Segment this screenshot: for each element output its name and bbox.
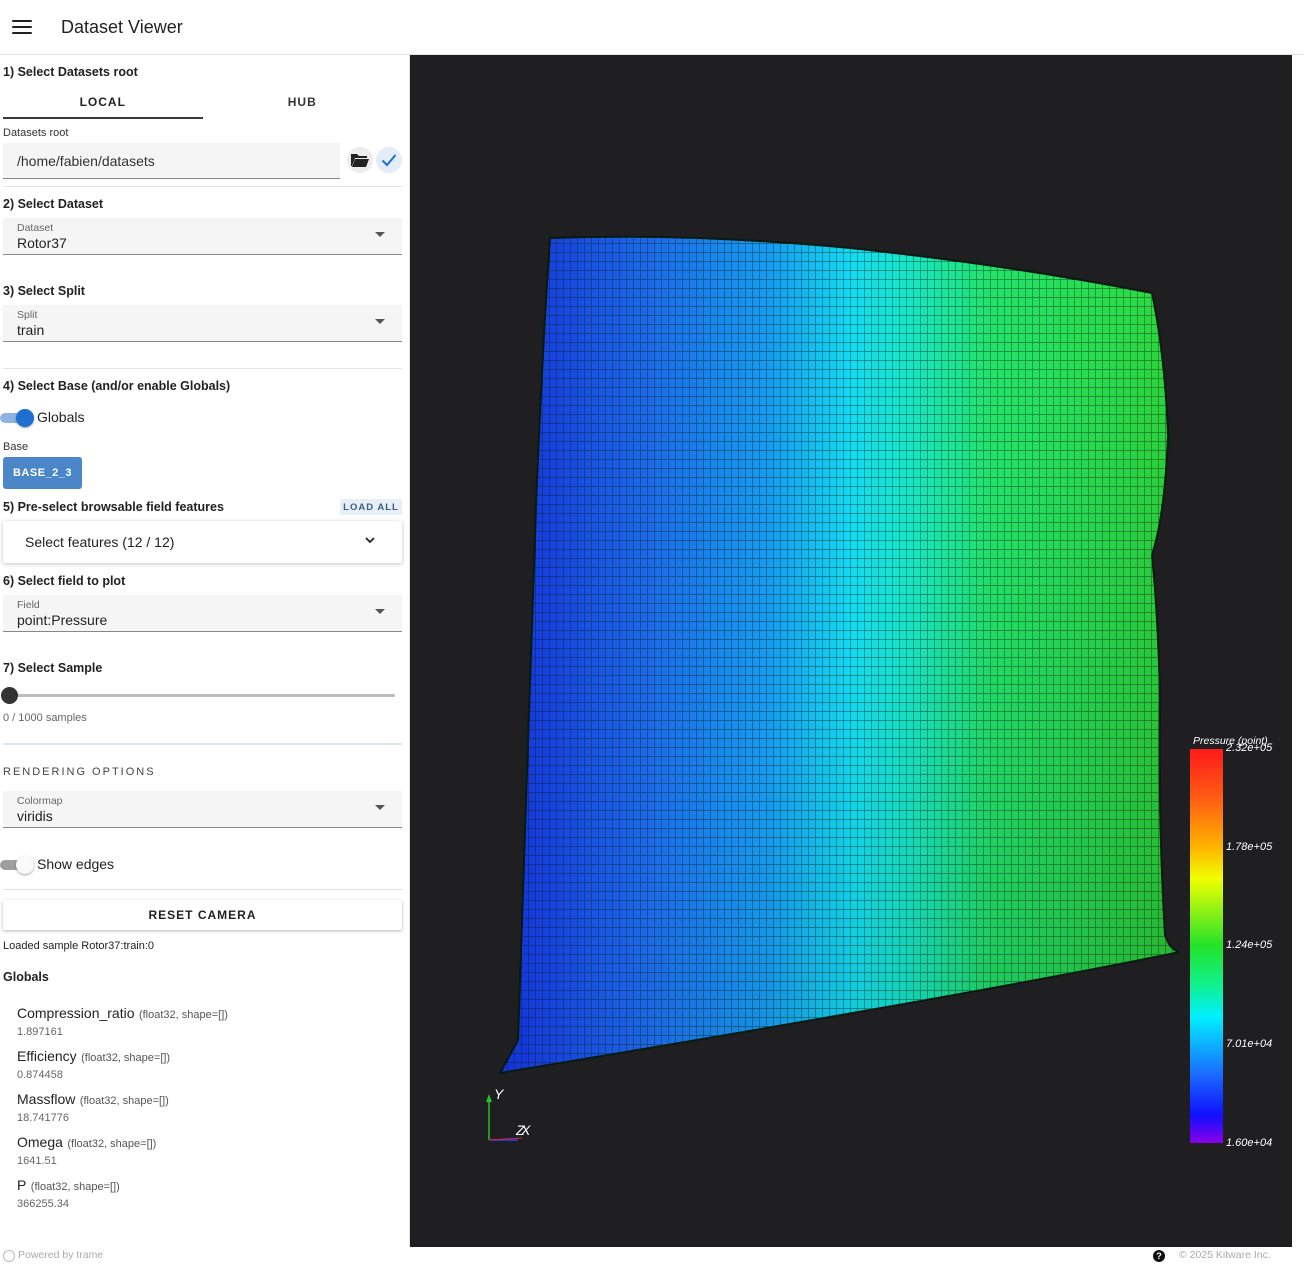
global-value: 0.874458 [17,1069,63,1081]
datasets-root-input[interactable] [3,143,340,179]
caret-down-icon [375,232,385,237]
divider [3,186,402,187]
mesh-render[interactable]: Pressure (point) 2.32e+05 1.78e+05 1.24e… [410,55,1292,1247]
axis-label-y: Y [494,1086,505,1102]
sample-count: 0 / 1000 samples [3,712,87,724]
global-item: Omega (float32, shape=[]) 1641.51 [17,1134,156,1167]
sample-slider-track[interactable] [10,694,395,697]
global-value: 18.741776 [17,1112,69,1124]
status-text: Loaded sample Rotor37:train:0 [3,940,155,952]
scalar-bar-label: 7.01e+04 [1226,1038,1272,1050]
divider [3,368,402,369]
copyright-text: © 2025 Kitware Inc. [1179,1249,1271,1261]
app-bar: Dataset Viewer [0,0,1304,55]
global-meta: (float32, shape=[]) [138,1009,228,1021]
global-value: 1641.51 [17,1155,57,1167]
split-select-value: train [17,322,45,338]
side-drawer: 1) Select Datasets root LOCAL HUB Datase… [0,55,410,1247]
sample-slider-thumb[interactable] [1,687,18,704]
global-name: P [17,1177,27,1193]
render-viewport[interactable]: Pressure (point) 2.32e+05 1.78e+05 1.24e… [410,55,1292,1247]
divider [3,743,402,745]
blade-mesh[interactable] [498,235,1181,1075]
split-select-label: Split [17,309,38,321]
caret-down-icon [375,805,385,810]
global-item: Massflow (float32, shape=[]) 18.741776 [17,1091,169,1124]
load-all-button[interactable]: LOAD ALL [340,499,402,515]
colormap-select-value: viridis [17,808,53,824]
step6-title: 6) Select field to plot [3,574,126,588]
confirm-root-button[interactable] [376,147,402,173]
colormap-select[interactable]: Colormap viridis [3,791,402,828]
root-tabs: LOCAL HUB [3,87,402,119]
global-value: 1.897161 [17,1026,63,1038]
step4-title: 4) Select Base (and/or enable Globals) [3,379,231,393]
footer: Powered by trame ? © 2025 Kitware Inc. [0,1247,1304,1265]
scalar-bar-label: 1.78e+05 [1226,841,1273,853]
global-name: Compression_ratio [17,1005,135,1021]
global-meta: (float32, shape=[]) [67,1138,157,1150]
global-meta: (float32, shape=[]) [30,1181,120,1193]
powered-by-text: Powered by trame [18,1249,104,1261]
global-name: Efficiency [17,1048,77,1064]
global-name: Omega [17,1134,63,1150]
scalar-bar-label: 1.60e+04 [1226,1137,1272,1149]
trame-logo-icon [3,1250,15,1262]
step5-title: 5) Pre-select browsable field features [3,500,224,514]
step1-title: 1) Select Datasets root [3,65,138,79]
reset-camera-button[interactable]: RESET CAMERA [3,900,402,930]
base-chip[interactable]: BASE_2_3 [3,457,82,489]
dataset-select-value: Rotor37 [17,235,67,251]
caret-down-icon [375,609,385,614]
globals-toggle[interactable] [0,408,34,428]
global-item: Compression_ratio (float32, shape=[]) 1.… [17,1005,228,1038]
features-select-text: Select features (12 / 12) [25,534,175,550]
dataset-select[interactable]: Dataset Rotor37 [3,218,402,255]
rendering-options-title: RENDERING OPTIONS [3,766,156,778]
app-title: Dataset Viewer [61,16,183,37]
chevron-down-icon [365,537,375,544]
features-select[interactable]: Select features (12 / 12) [3,521,402,563]
global-name: Massflow [17,1091,76,1107]
global-item: P (float32, shape=[]) 366255.34 [17,1177,120,1210]
field-select[interactable]: Field point:Pressure [3,595,402,632]
dataset-select-label: Dataset [17,222,54,234]
split-select[interactable]: Split train [3,305,402,342]
base-label: Base [3,441,29,453]
step3-title: 3) Select Split [3,284,85,298]
step2-title: 2) Select Dataset [3,197,104,211]
field-select-value: point:Pressure [17,612,108,628]
divider [3,889,402,890]
global-value: 366255.34 [17,1198,69,1210]
caret-down-icon [375,319,385,324]
global-meta: (float32, shape=[]) [81,1052,171,1064]
folder-open-icon [351,154,369,167]
show-edges-toggle[interactable] [0,855,34,875]
scalar-bar-gradient [1190,749,1223,1143]
global-meta: (float32, shape=[]) [79,1095,169,1107]
tab-hub[interactable]: HUB [203,87,403,119]
orientation-axes: Y Z X [486,1086,531,1141]
colormap-select-label: Colormap [17,795,63,807]
scalar-bar-label: 1.24e+05 [1226,939,1273,951]
globals-toggle-label: Globals [37,409,85,425]
tab-local[interactable]: LOCAL [3,87,203,119]
datasets-root-label: Datasets root [3,127,69,139]
scalar-bar: Pressure (point) 2.32e+05 1.78e+05 1.24e… [1190,735,1273,1149]
menu-icon[interactable] [12,20,32,34]
step7-title: 7) Select Sample [3,661,103,675]
help-icon[interactable]: ? [1153,1250,1165,1262]
globals-title: Globals [3,970,49,984]
global-item: Efficiency (float32, shape=[]) 0.874458 [17,1048,170,1081]
check-icon [381,154,397,167]
browse-folder-button[interactable] [347,147,373,173]
show-edges-label: Show edges [37,856,115,872]
scalar-bar-label: 2.32e+05 [1225,742,1273,754]
field-select-label: Field [17,599,40,611]
axis-label-x: X [520,1122,531,1138]
